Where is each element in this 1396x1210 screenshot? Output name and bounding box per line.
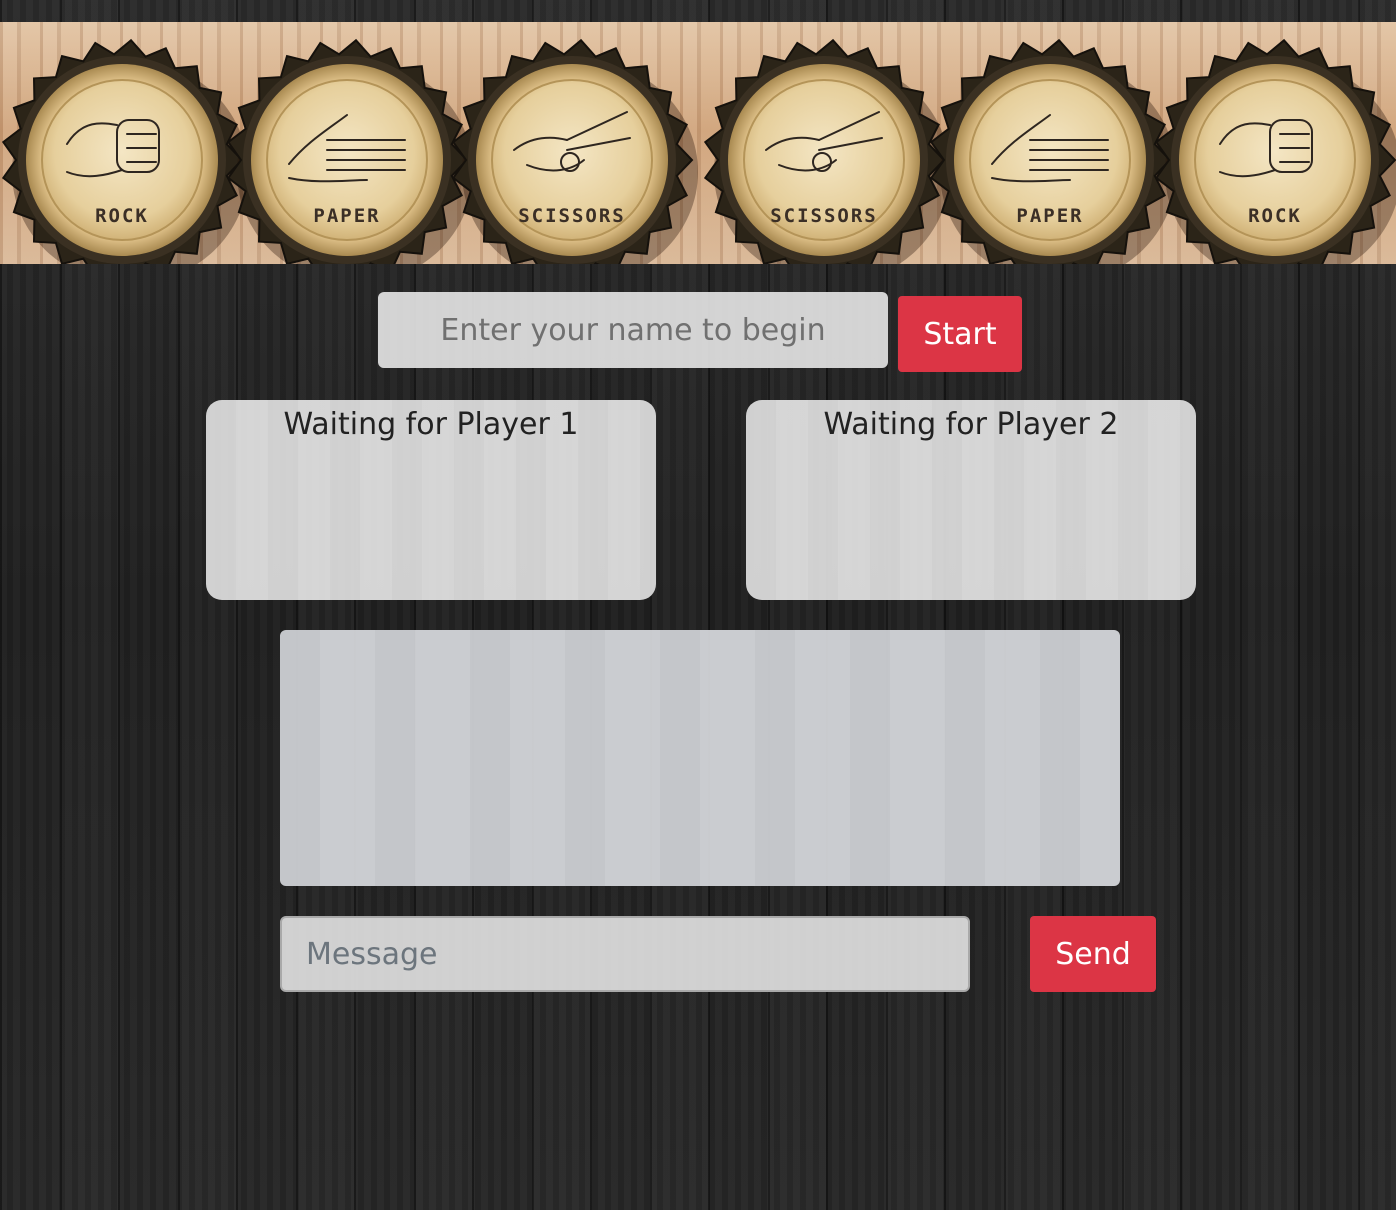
message-input[interactable] [280,916,970,992]
bottle-cap-paper: PAPER [226,38,473,264]
player-1-panel: Waiting for Player 1 [206,400,656,600]
chat-log [280,630,1120,886]
bottle-cap-rock: ROCK [1154,38,1396,264]
header-banner: ROCK PAPER SCISSORS SCISSORS PAPER ROCK [0,22,1396,264]
cap-label: ROCK [95,205,149,227]
bottle-cap-scissors: SCISSORS [703,38,950,264]
player-2-panel: Waiting for Player 2 [746,400,1196,600]
cap-label: SCISSORS [770,205,878,227]
cap-label: PAPER [1016,205,1083,227]
name-input[interactable] [378,292,888,368]
cap-label: SCISSORS [518,205,626,227]
banner-image: ROCK PAPER SCISSORS SCISSORS PAPER ROCK [1,38,1396,264]
cap-label: PAPER [313,205,380,227]
bottle-cap-scissors: SCISSORS [451,38,698,264]
player-1-status: Waiting for Player 1 [283,407,579,442]
bottle-cap-rock: ROCK [1,38,248,264]
player-2-status: Waiting for Player 2 [823,407,1119,442]
send-button[interactable]: Send [1030,916,1156,992]
start-button[interactable]: Start [898,296,1022,372]
cap-label: ROCK [1248,205,1302,227]
bottle-cap-paper: PAPER [929,38,1176,264]
